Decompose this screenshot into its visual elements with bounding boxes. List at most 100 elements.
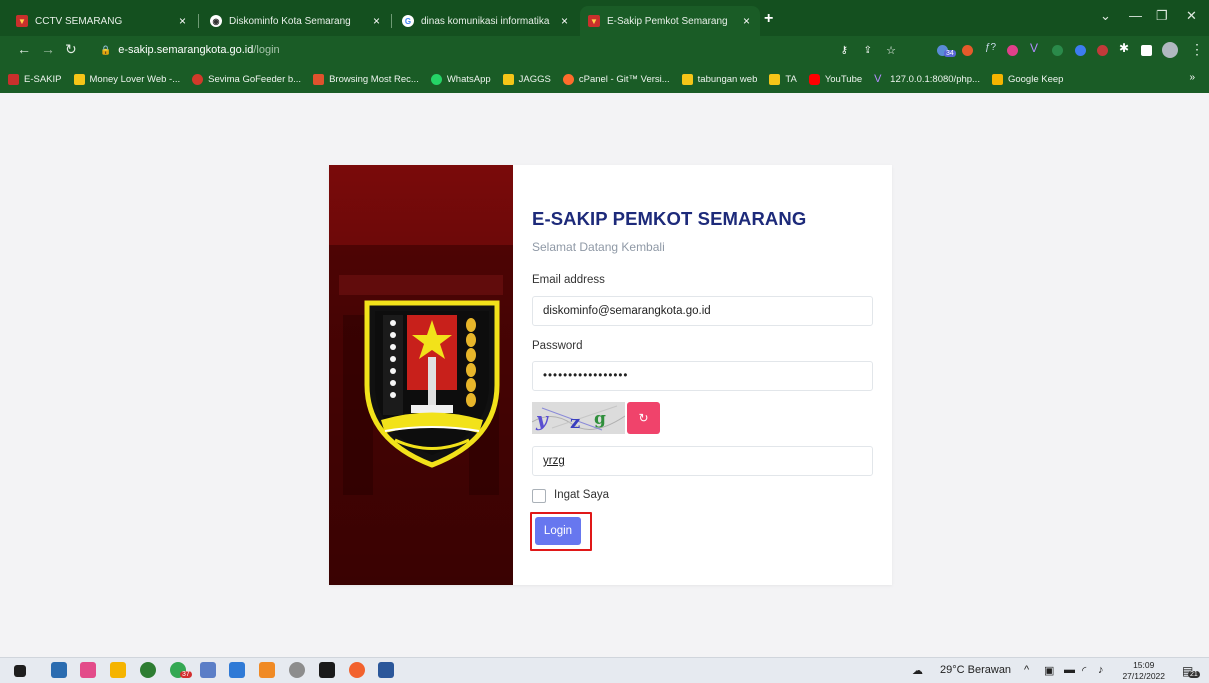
extension-icon[interactable] (962, 45, 973, 56)
tray-app-icon[interactable]: ▣ (1044, 664, 1054, 677)
bookmark-item[interactable]: Browsing Most Rec... (313, 73, 419, 85)
extension-icon[interactable] (1097, 45, 1108, 56)
remember-label[interactable]: Ingat Saya (554, 489, 609, 501)
taskbar-app-icon[interactable] (259, 662, 275, 678)
file-explorer-icon[interactable] (110, 662, 126, 678)
minimize-icon[interactable]: — (1129, 8, 1142, 23)
tab-close-icon[interactable]: × (561, 14, 568, 28)
refresh-icon: ↻ (638, 411, 649, 425)
extension-icon[interactable] (1075, 45, 1086, 56)
back-icon[interactable]: ← (17, 41, 31, 57)
share-icon[interactable]: ⇪ (864, 45, 872, 56)
bookmark-item[interactable]: cPanel - Git™ Versi... (562, 73, 670, 85)
taskbar-app-icon[interactable] (349, 662, 365, 678)
esakip-favicon-icon: ▼ (588, 15, 600, 27)
reload-icon[interactable]: ↻ (65, 41, 77, 58)
vue-devtools-icon[interactable]: V (1030, 41, 1041, 55)
refresh-captcha-button[interactable]: ↻ (627, 402, 660, 434)
bookmark-item[interactable]: tabungan web (681, 73, 757, 85)
word-icon[interactable] (378, 662, 394, 678)
tab-google-search[interactable]: G dinas komunikasi informatika sta × (394, 6, 578, 36)
vscode-icon[interactable] (229, 662, 245, 678)
bookmark-item[interactable]: E-SAKIP (8, 73, 62, 85)
taskbar-badge: 37 (180, 671, 192, 678)
bookmark-item[interactable]: WhatsApp (430, 73, 491, 85)
bookmark-item[interactable]: TA (769, 73, 797, 85)
window-close-icon[interactable]: ✕ (1186, 8, 1197, 24)
taskbar: 37 ☁ 29°C Berawan ^ ▣ ▬ ◜ ♪ 15:09 27/12/… (0, 657, 1209, 683)
network-icon[interactable]: ▬ (1064, 664, 1075, 676)
weather-text[interactable]: 29°C Berawan (940, 664, 1011, 676)
url-host: e-sakip.semarangkota.go.id (118, 44, 254, 56)
forward-icon[interactable]: → (41, 41, 55, 57)
extension-icon[interactable] (1052, 45, 1063, 56)
notification-badge: 21 (1188, 671, 1200, 678)
bookmark-item[interactable]: Google Keep (991, 73, 1063, 85)
login-form: E-SAKIP PEMKOT SEMARANG Selamat Datang K… (530, 165, 877, 585)
avatar[interactable] (1162, 42, 1178, 58)
bookmark-item[interactable]: JAGGS (502, 73, 551, 85)
bookmark-item[interactable]: Sevima GoFeeder b... (192, 73, 301, 85)
password-label: Password (532, 340, 583, 352)
tab-label: E-Sakip Pemkot Semarang (607, 15, 728, 27)
windows-start-icon[interactable] (14, 665, 26, 677)
page-subtitle: Selamat Datang Kembali (532, 240, 665, 254)
tab-cctv[interactable]: ▼ CCTV SEMARANG × (8, 6, 196, 36)
tab-favicon-icon: ▼ (16, 15, 28, 27)
menu-icon[interactable]: ⋮ (1190, 41, 1204, 58)
tab-diskominfo[interactable]: ◉ Diskominfo Kota Semarang × (202, 6, 390, 36)
chrome-icon[interactable] (140, 662, 156, 678)
login-card: E-SAKIP PEMKOT SEMARANG Selamat Datang K… (329, 165, 892, 585)
tab-close-icon[interactable]: × (179, 14, 186, 28)
browser-chrome: ▼ CCTV SEMARANG × ◉ Diskominfo Kota Sema… (0, 0, 1209, 93)
extension-icon[interactable]: ƒ? (985, 42, 996, 53)
tab-close-icon[interactable]: × (743, 14, 750, 28)
tray-chevron-icon[interactable]: ^ (1024, 664, 1029, 676)
terminal-icon[interactable] (319, 662, 335, 678)
sidepanel-icon[interactable] (1141, 45, 1152, 56)
bookmark-item[interactable]: V 127.0.0.1:8080/php... (874, 73, 980, 85)
weather-icon[interactable]: ☁ (912, 664, 923, 677)
page-body: E-SAKIP PEMKOT SEMARANG Selamat Datang K… (0, 93, 1209, 657)
tab-close-icon[interactable]: × (373, 14, 380, 28)
remember-checkbox[interactable] (532, 489, 546, 503)
taskbar-app-icon[interactable] (80, 662, 96, 678)
clock-date: 27/12/2022 (1122, 671, 1165, 681)
page-title: E-SAKIP PEMKOT SEMARANG (532, 208, 807, 229)
clock[interactable]: 15:09 27/12/2022 (1122, 660, 1165, 682)
folder-icon (502, 73, 514, 85)
folder-icon (681, 73, 693, 85)
taskbar-app-icon[interactable] (289, 662, 305, 678)
extension-icon[interactable] (1007, 45, 1018, 56)
email-field[interactable] (532, 296, 873, 326)
tab-label: dinas komunikasi informatika sta (421, 15, 551, 27)
maximize-icon[interactable]: ❐ (1156, 8, 1168, 24)
bookmark-item[interactable]: YouTube (808, 73, 862, 85)
bookmarks-overflow-icon[interactable]: » (1189, 72, 1195, 83)
tab-strip: ▼ CCTV SEMARANG × ◉ Diskominfo Kota Sema… (0, 0, 1209, 36)
taskbar-app-icon[interactable] (51, 662, 67, 678)
taskbar-app-icon[interactable] (200, 662, 216, 678)
login-button[interactable]: Login (535, 517, 581, 545)
bookmark-item[interactable]: Money Lover Web -... (73, 73, 180, 85)
tab-esakip[interactable]: ▼ E-Sakip Pemkot Semarang × (580, 6, 760, 36)
password-field[interactable] (532, 361, 873, 391)
hero-image (329, 165, 513, 585)
youtube-icon (808, 73, 820, 85)
address-bar[interactable]: 🔒 e-sakip.semarangkota.go.id/login ⚷ ⇪ ☆ (88, 39, 908, 61)
new-tab-icon[interactable]: + (764, 10, 773, 28)
tab-label: CCTV SEMARANG (35, 15, 123, 27)
whatsapp-icon (430, 73, 442, 85)
esakip-icon (8, 73, 19, 85)
tab-search-icon[interactable]: ⌄ (1100, 8, 1111, 24)
password-key-icon[interactable]: ⚷ (841, 45, 848, 56)
google-keep-icon (991, 73, 1003, 85)
bookmark-star-icon[interactable]: ☆ (886, 44, 896, 57)
wifi-icon[interactable]: ◜ (1082, 664, 1086, 677)
volume-icon[interactable]: ♪ (1098, 664, 1104, 676)
globe-icon: ◉ (210, 15, 222, 27)
folder-icon (73, 73, 85, 85)
captcha-input[interactable] (532, 446, 873, 476)
extensions-puzzle-icon[interactable]: ✱ (1119, 41, 1130, 55)
extension-badge: 34 (944, 50, 956, 57)
